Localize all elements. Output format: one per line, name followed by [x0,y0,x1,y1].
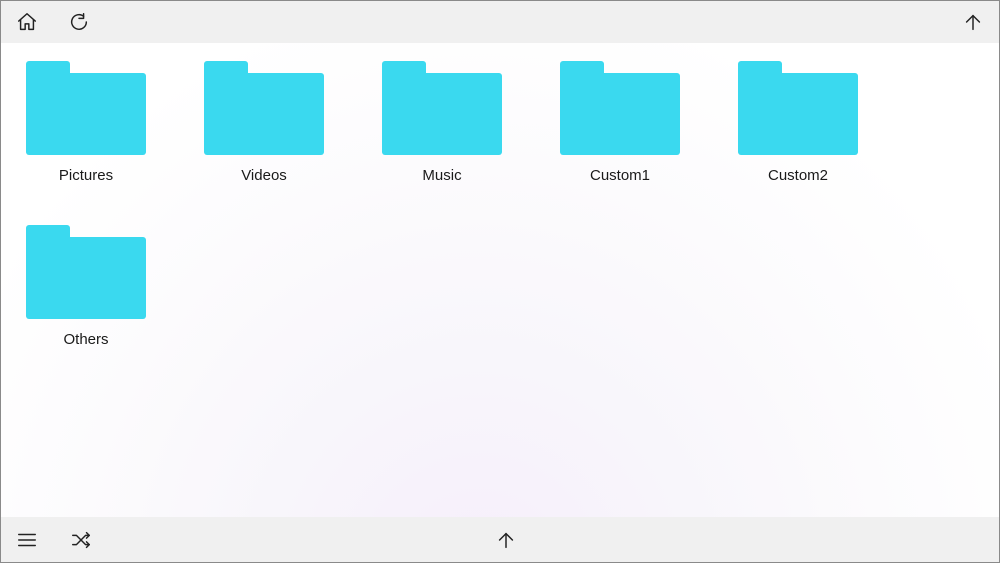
menu-icon [16,529,38,551]
folder-others[interactable]: Others [21,225,151,349]
folder-label: Custom1 [590,167,650,185]
home-button[interactable] [13,8,41,36]
content-area: Pictures Videos Music Custom1 [1,43,999,517]
home-icon [16,11,38,33]
folder-icon [26,61,146,155]
bottom-toolbar [1,517,999,562]
folder-label: Others [63,331,108,349]
folder-grid: Pictures Videos Music Custom1 [21,61,979,349]
refresh-button[interactable] [65,8,93,36]
shuffle-icon [70,529,92,551]
folder-label: Pictures [59,167,113,185]
folder-label: Music [422,167,461,185]
folder-music[interactable]: Music [377,61,507,185]
menu-button[interactable] [13,526,41,554]
folder-icon [204,61,324,155]
folder-icon [738,61,858,155]
folder-label: Custom2 [768,167,828,185]
arrow-up-icon [495,529,517,551]
folder-icon [560,61,680,155]
folder-icon [26,225,146,319]
top-toolbar [1,1,999,43]
refresh-icon [68,11,90,33]
arrow-up-icon [962,11,984,33]
app-window: Pictures Videos Music Custom1 [0,0,1000,563]
folder-icon [382,61,502,155]
folder-label: Videos [241,167,287,185]
folder-pictures[interactable]: Pictures [21,61,151,185]
up-button-bottom[interactable] [492,526,520,554]
folder-custom2[interactable]: Custom2 [733,61,863,185]
shuffle-button[interactable] [67,526,95,554]
folder-custom1[interactable]: Custom1 [555,61,685,185]
up-button-top[interactable] [959,8,987,36]
folder-videos[interactable]: Videos [199,61,329,185]
